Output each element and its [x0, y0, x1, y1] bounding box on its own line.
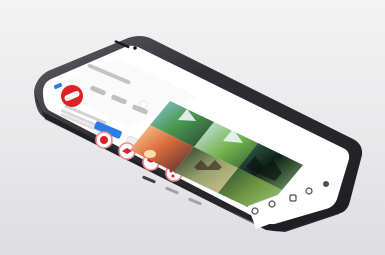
sunset-sun — [144, 150, 156, 158]
grid-tab[interactable] — [142, 175, 156, 184]
tagged-tab[interactable] — [188, 197, 202, 206]
highlight-4-dot-c — [171, 174, 175, 178]
front-camera — [133, 46, 137, 50]
profile-tab-icon[interactable] — [323, 181, 329, 187]
product-mockup-scene — [0, 0, 385, 255]
video-tab[interactable] — [165, 186, 179, 195]
highlight-1-center — [100, 136, 108, 144]
phone-mockup-illustration — [34, 36, 363, 232]
